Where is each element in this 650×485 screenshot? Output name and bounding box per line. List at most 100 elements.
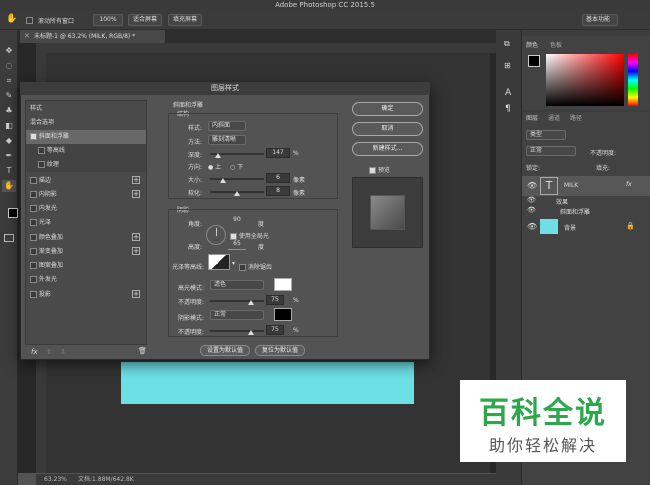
size-slider[interactable] xyxy=(210,178,264,180)
hue-slider[interactable] xyxy=(628,54,638,106)
gloss-contour-picker[interactable] xyxy=(208,254,230,270)
bevel-style-select[interactable]: 内斜面 xyxy=(208,121,246,131)
size-knob[interactable] xyxy=(219,178,226,183)
document-tab[interactable]: 未标题-1 @ 63.2% (MILK, RGB/8) * xyxy=(20,30,165,43)
trash-icon[interactable]: 🗑 xyxy=(138,347,147,355)
stamp-tool-icon[interactable]: ♣ xyxy=(2,105,16,117)
quick-mask-icon[interactable] xyxy=(4,234,14,242)
effects-eye-icon[interactable]: 👁 xyxy=(527,196,536,204)
style-item-stroke[interactable]: 描边 + xyxy=(26,174,146,188)
close-tab-icon[interactable]: ✕ xyxy=(24,32,30,40)
shadow-color-swatch[interactable] xyxy=(274,308,292,321)
add-stroke-icon[interactable]: + xyxy=(132,176,140,184)
drop-shadow-checkbox[interactable] xyxy=(30,291,37,298)
history-icon[interactable]: ⧉ xyxy=(504,39,510,49)
global-light-checkbox[interactable]: 使用全局光 xyxy=(230,231,269,240)
shadow-opacity-knob[interactable] xyxy=(247,330,254,335)
brush-tool-icon[interactable]: ✎ xyxy=(2,90,16,102)
workspace-select[interactable]: 基本功能 xyxy=(582,14,618,26)
style-item-satin[interactable]: 光泽 xyxy=(26,216,146,230)
bevel-eye-icon[interactable]: 👁 xyxy=(527,206,536,214)
scroll-all-checkbox[interactable] xyxy=(26,16,33,24)
crop-tool-icon[interactable]: ⌗ xyxy=(2,75,16,87)
contour-checkbox[interactable] xyxy=(38,147,45,154)
cancel-button[interactable]: 取消 xyxy=(352,122,423,136)
fit-screen-button[interactable]: 适合屏幕 xyxy=(128,14,162,26)
blend-options-item[interactable]: 混合选项 xyxy=(26,116,146,130)
effects-row[interactable]: 👁 效果 xyxy=(522,196,650,206)
add-color-overlay-icon[interactable]: + xyxy=(132,233,140,241)
layer-row-background[interactable]: 👁 背景 🔒 xyxy=(522,218,650,236)
inner-glow-checkbox[interactable] xyxy=(30,205,37,212)
character-icon[interactable]: A xyxy=(505,88,511,98)
tab-swatches[interactable]: 色板 xyxy=(550,40,562,49)
lasso-tool-icon[interactable]: ◌ xyxy=(2,60,16,72)
layer-row-milk[interactable]: 👁 T MILK fx xyxy=(522,176,650,196)
highlight-mode-select[interactable]: 滤色 xyxy=(210,280,264,290)
tab-channels[interactable]: 通道 xyxy=(548,113,560,122)
depth-knob[interactable] xyxy=(214,153,221,158)
tab-color[interactable]: 颜色 xyxy=(526,40,538,49)
color-picker-field[interactable] xyxy=(546,54,624,106)
texture-checkbox[interactable] xyxy=(38,161,45,168)
contour-dropdown-icon[interactable]: ▾ xyxy=(232,260,235,267)
soften-field[interactable]: 8 xyxy=(266,186,290,196)
highlight-opacity-knob[interactable] xyxy=(247,300,254,305)
move-up-icon[interactable]: ⇧ xyxy=(46,348,52,356)
preview-checkbox[interactable]: 预览 xyxy=(369,165,390,174)
shadow-opacity-field[interactable]: 75 xyxy=(266,325,284,335)
text-tool-icon[interactable]: T xyxy=(2,165,16,177)
depth-field[interactable]: 147 xyxy=(266,148,290,158)
zoom-100-button[interactable]: 100% xyxy=(93,14,123,26)
pen-tool-icon[interactable]: ✒ xyxy=(2,150,16,162)
hand-tool-button-icon[interactable]: ✋ xyxy=(2,180,16,192)
blend-mode-select[interactable]: 正常 xyxy=(526,146,576,156)
shadow-opacity-slider[interactable] xyxy=(210,330,264,332)
style-item-pattern-overlay[interactable]: 图案叠加 xyxy=(26,259,146,273)
styles-header[interactable]: 样式 xyxy=(26,102,146,116)
outer-glow-checkbox[interactable] xyxy=(30,276,37,283)
style-item-inner-glow[interactable]: 内发光 xyxy=(26,202,146,216)
style-item-inner-shadow[interactable]: 内阴影 + xyxy=(26,188,146,202)
style-item-gradient-overlay[interactable]: 渐变叠加 + xyxy=(26,245,146,259)
gradient-overlay-checkbox[interactable] xyxy=(30,248,37,255)
visibility-eye-icon[interactable]: 👁 xyxy=(527,181,537,190)
make-default-button[interactable]: 设置为默认值 xyxy=(200,345,250,356)
pattern-overlay-checkbox[interactable] xyxy=(30,262,37,269)
move-tool-icon[interactable]: ✥ xyxy=(2,45,16,57)
direction-up-radio[interactable]: ● 上 xyxy=(208,162,221,171)
highlight-color-swatch[interactable] xyxy=(274,278,292,291)
color-overlay-checkbox[interactable] xyxy=(30,234,37,241)
fx-menu-icon[interactable]: fx xyxy=(31,348,38,356)
soften-knob[interactable] xyxy=(234,191,240,196)
shadow-mode-select[interactable]: 正常 xyxy=(210,310,264,320)
ok-button[interactable]: 确定 xyxy=(352,102,423,116)
style-item-drop-shadow[interactable]: 投影 + xyxy=(26,288,146,302)
new-style-button[interactable]: 新建样式... xyxy=(352,142,423,156)
stroke-checkbox[interactable] xyxy=(30,177,37,184)
style-item-color-overlay[interactable]: 颜色叠加 + xyxy=(26,231,146,245)
style-item-contour[interactable]: 等高线 xyxy=(26,144,146,158)
bevel-effect-row[interactable]: 👁 斜面和浮雕 xyxy=(522,206,650,216)
highlight-opacity-slider[interactable] xyxy=(210,300,264,302)
add-gradient-overlay-icon[interactable]: + xyxy=(132,247,140,255)
style-item-outer-glow[interactable]: 外发光 xyxy=(26,273,146,287)
satin-checkbox[interactable] xyxy=(30,219,37,226)
add-inner-shadow-icon[interactable]: + xyxy=(132,190,140,198)
tab-layers[interactable]: 图层 xyxy=(526,113,538,122)
panel-foreground-swatch[interactable] xyxy=(528,55,540,67)
highlight-opacity-field[interactable]: 75 xyxy=(266,295,284,305)
blur-tool-icon[interactable]: ◆ xyxy=(2,135,16,147)
bevel-method-select[interactable]: 雕刻清晰 xyxy=(208,135,246,145)
layer-kind-filter[interactable]: 类型 xyxy=(526,130,566,140)
angle-field[interactable]: 90 xyxy=(228,216,246,226)
adjust-icon[interactable]: ⊞ xyxy=(504,61,511,70)
move-down-icon[interactable]: ⇩ xyxy=(60,348,66,356)
paragraph-icon[interactable]: ¶ xyxy=(505,104,511,114)
tab-paths[interactable]: 路径 xyxy=(570,113,582,122)
inner-shadow-checkbox[interactable] xyxy=(30,191,37,198)
fx-indicator[interactable]: fx xyxy=(626,181,632,188)
direction-down-radio[interactable]: ○ 下 xyxy=(230,162,243,171)
fill-screen-button[interactable]: 填充屏幕 xyxy=(168,14,202,26)
style-item-bevel[interactable]: 斜面和浮雕 xyxy=(26,130,146,144)
